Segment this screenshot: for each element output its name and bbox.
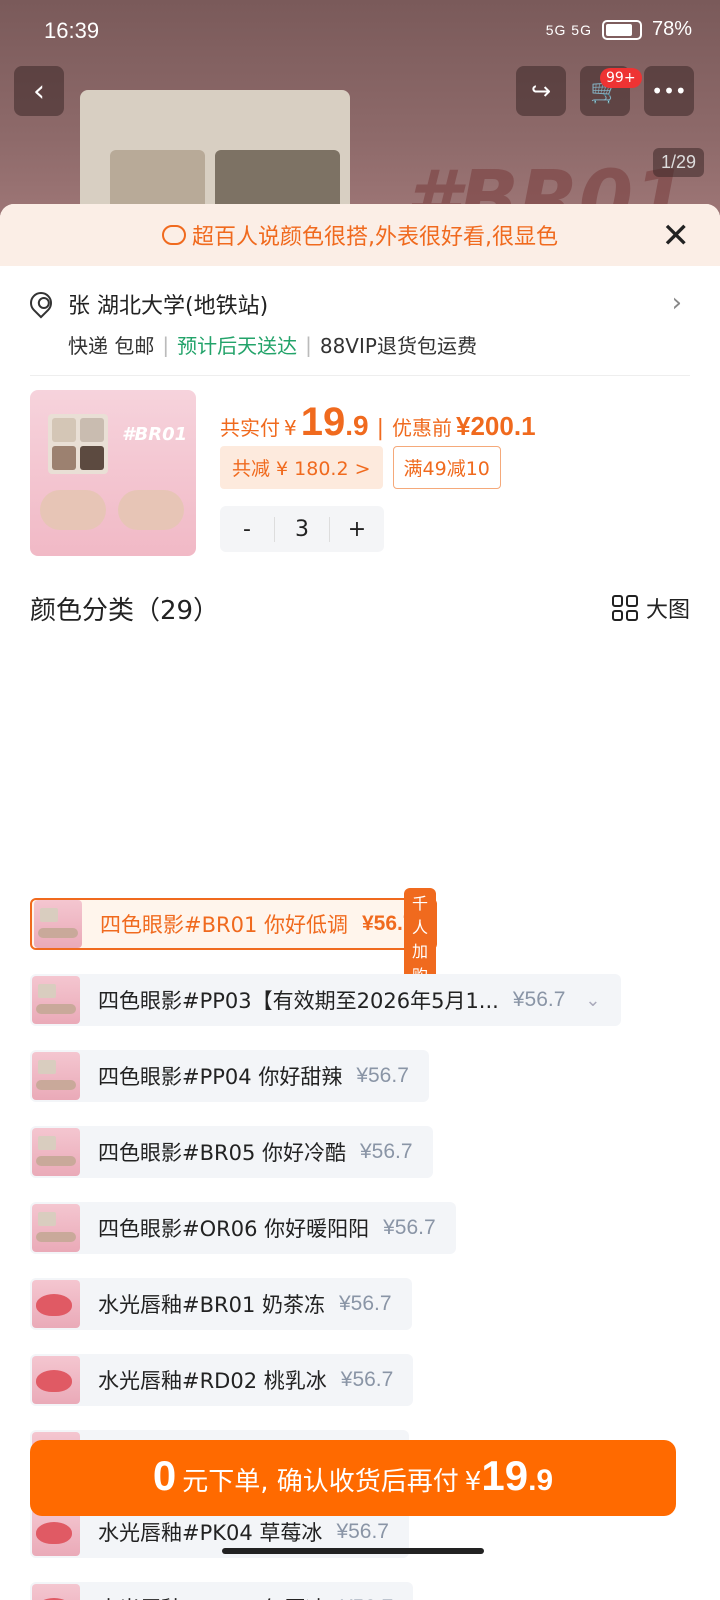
chat-icon bbox=[162, 225, 186, 245]
large-view-toggle[interactable]: 大图 bbox=[611, 592, 690, 624]
back-button[interactable]: ‹ bbox=[14, 66, 64, 116]
delivery-method: 快递 包邮 bbox=[68, 334, 155, 358]
option-price: ¥56.7 bbox=[336, 1520, 389, 1543]
grid-icon bbox=[611, 595, 638, 621]
option-label: 水光唇釉#PK04 草莓冰 bbox=[98, 1521, 323, 1545]
thumbnail-label: #BR01 bbox=[122, 424, 188, 445]
pay-price-dec: .9 bbox=[345, 410, 369, 441]
eyeshadow-thumbnail bbox=[32, 976, 80, 1024]
eyeshadow-thumbnail bbox=[34, 900, 82, 948]
signal-icon: 5G 5G bbox=[545, 21, 592, 38]
color-option[interactable]: 水光唇釉#RD05 红豆冰 ¥56.7 bbox=[30, 1582, 414, 1600]
coupon-tag: 满49减10 bbox=[392, 446, 501, 489]
share-button[interactable]: ↪ bbox=[516, 66, 566, 116]
lipgloss-thumbnail bbox=[32, 1356, 80, 1404]
close-icon[interactable]: ✕ bbox=[662, 216, 691, 256]
option-price: ¥56.7 bbox=[360, 1140, 413, 1163]
share-icon: ↪ bbox=[530, 77, 552, 105]
location-icon bbox=[25, 287, 57, 319]
address-row[interactable]: 张 湖北大学(地铁站) › 快递 包邮 | 预计后天送达 | 88VIP退货包运… bbox=[25, 266, 690, 376]
chevron-left-icon: ‹ bbox=[33, 73, 45, 109]
discount-tag[interactable]: 共减 ¥ 180.2 > bbox=[220, 446, 383, 489]
option-label: 水光唇釉#BR01 奶茶冻 bbox=[98, 1293, 325, 1317]
return-service: 88VIP退货包运费 bbox=[319, 334, 477, 358]
eyeshadow-thumbnail bbox=[32, 1052, 80, 1100]
chevron-right-icon: › bbox=[671, 288, 682, 318]
color-option[interactable]: 四色眼影#BR01 你好低调¥56.7千人加购 bbox=[30, 888, 437, 988]
pay-summary: 共实付 ¥ 19 .9 | 优惠前 ¥200.1 bbox=[220, 400, 536, 444]
increment-button[interactable]: + bbox=[330, 517, 384, 542]
order-button[interactable]: 0 元下单, 确认收货后再付 ¥ 19 .9 bbox=[30, 1440, 676, 1516]
option-price: ¥56.7 bbox=[340, 1368, 394, 1391]
option-label: 四色眼影#PP04 你好甜辣 bbox=[98, 1065, 343, 1089]
battery-icon bbox=[601, 19, 642, 40]
original-price: ¥200.1 bbox=[456, 411, 536, 441]
sku-sheet: 超百人说颜色很搭,外表很好看,很显色 ✕ 张 湖北大学(地铁站) › 快递 包邮… bbox=[0, 204, 720, 1600]
more-button[interactable]: ••• bbox=[644, 66, 694, 116]
gallery-pager: 1/29 bbox=[652, 148, 704, 177]
product-summary: #BR01 共实付 ¥ 19 .9 | 优惠前 ¥200.1 共减 ¥ 180.… bbox=[0, 390, 720, 590]
color-option[interactable]: 四色眼影#BR05 你好冷酷 ¥56.7 bbox=[30, 1126, 433, 1178]
color-option[interactable]: 水光唇釉#RD02 桃乳冰 ¥56.7 bbox=[30, 1354, 414, 1406]
color-option[interactable]: 四色眼影#PP04 你好甜辣 ¥56.7 bbox=[30, 1050, 429, 1102]
option-price: ¥56.7 bbox=[339, 1292, 392, 1315]
decrement-button[interactable]: - bbox=[220, 517, 274, 542]
shipping-info: 快递 包邮 | 预计后天送达 | 88VIP退货包运费 bbox=[68, 330, 477, 359]
address-name: 张 湖北大学(地铁站) bbox=[68, 294, 269, 319]
more-icon: ••• bbox=[651, 79, 687, 103]
option-label: 四色眼影#OR06 你好暖阳阳 bbox=[98, 1217, 370, 1241]
color-option[interactable]: 四色眼影#PP03【有效期至2026年5月1... ¥56.7 ⌄ bbox=[30, 974, 621, 1026]
option-label: 四色眼影#BR05 你好冷酷 bbox=[98, 1141, 346, 1165]
review-banner: 超百人说颜色很搭,外表很好看,很显色 ✕ bbox=[0, 204, 720, 266]
section-title: 颜色分类（29） bbox=[30, 596, 220, 626]
color-section-header: 颜色分类（29） 大图 bbox=[0, 590, 720, 640]
color-option[interactable]: 四色眼影#OR06 你好暖阳阳 ¥56.7 bbox=[30, 1202, 456, 1254]
quantity-stepper: - 3 + bbox=[220, 506, 384, 552]
option-label: 水光唇釉#RD05 红豆冰 bbox=[98, 1593, 327, 1600]
option-price: ¥56.7 bbox=[356, 1064, 409, 1087]
status-time: 16:39 bbox=[44, 18, 100, 43]
color-option[interactable]: 水光唇釉#BR01 奶茶冻 ¥56.7 bbox=[30, 1278, 412, 1330]
option-label: 水光唇釉#RD02 桃乳冰 bbox=[98, 1369, 327, 1393]
cart-badge: 99+ bbox=[600, 68, 642, 88]
banner-text: 超百人说颜色很搭,外表很好看,很显色 bbox=[192, 225, 558, 250]
option-price: ¥56.7 bbox=[383, 1216, 436, 1239]
chevron-down-icon[interactable]: ⌄ bbox=[585, 990, 600, 1011]
product-thumbnail[interactable]: #BR01 bbox=[30, 390, 196, 556]
battery-level: 78% bbox=[651, 18, 692, 40]
quantity-value[interactable]: 3 bbox=[274, 516, 330, 542]
option-price: ¥56.7 bbox=[512, 988, 566, 1011]
lipgloss-thumbnail bbox=[32, 1280, 80, 1328]
option-label: 四色眼影#PP03【有效期至2026年5月1... bbox=[98, 989, 499, 1013]
eyeshadow-thumbnail bbox=[32, 1128, 80, 1176]
hot-badge: 千人加购 bbox=[404, 888, 437, 988]
status-bar: 16:39 5G 5G 78% bbox=[0, 0, 720, 64]
home-indicator bbox=[222, 1548, 484, 1554]
delivery-eta: 预计后天送达 bbox=[177, 334, 298, 358]
lipgloss-thumbnail bbox=[32, 1584, 80, 1600]
pay-price-int: 19 bbox=[300, 400, 346, 444]
option-label: 四色眼影#BR01 你好低调 bbox=[100, 913, 348, 937]
eyeshadow-thumbnail bbox=[32, 1204, 80, 1252]
option-price: ¥56.7 bbox=[341, 1596, 394, 1600]
